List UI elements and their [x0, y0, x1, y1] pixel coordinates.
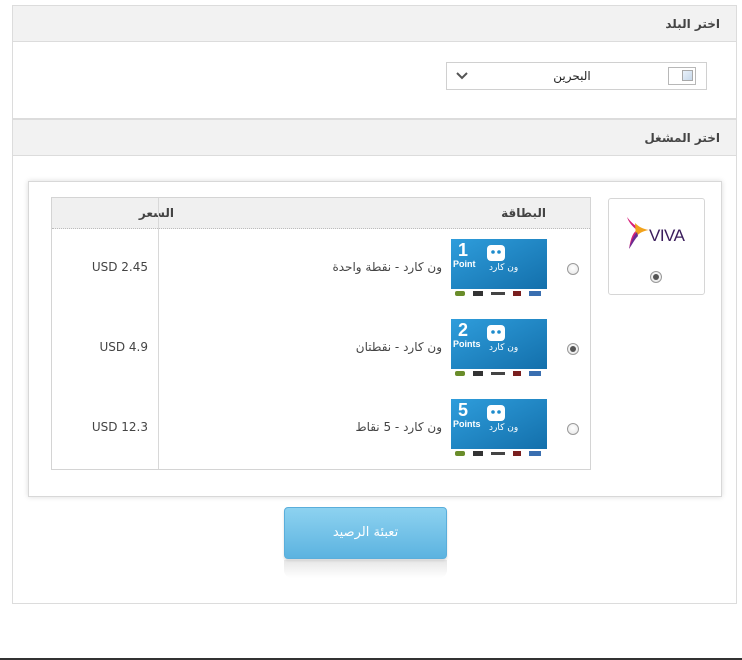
card-name: ون كارد - نقطتان [355, 340, 442, 354]
cards-table-header: البطاقة السعر [52, 198, 590, 229]
country-select-value: البحرين [553, 69, 591, 83]
card-radio[interactable] [567, 423, 579, 435]
table-row[interactable]: 2 Points ون كارد ون كارد - نقطتان USD 4.9 [52, 309, 590, 389]
card-points-number: 2 [458, 320, 469, 340]
card-points-unit: Point [453, 259, 476, 269]
card-radio[interactable] [567, 263, 579, 275]
recharge-button[interactable]: تعبئة الرصيد [284, 507, 447, 559]
card-points-number: 5 [458, 400, 469, 420]
card-name: ون كارد - نقطة واحدة [332, 260, 442, 274]
card-name: ون كارد - 5 نقاط [355, 420, 442, 434]
chevron-down-icon[interactable] [447, 63, 477, 89]
operator-card-viva[interactable]: VIVA [608, 198, 705, 295]
button-reflection [284, 560, 447, 578]
card-image: 5 Points ون كارد [451, 399, 547, 459]
operator-panel-title: اختر المشغل [13, 120, 736, 156]
card-points-unit: Points [453, 419, 481, 429]
viva-logo: VIVA [623, 215, 693, 255]
country-flag-icon [668, 67, 696, 85]
card-points-number: 1 [458, 240, 469, 260]
cards-table: البطاقة السعر 1 Point ون كارد ون كارد - نقط… [51, 197, 591, 470]
card-brand-text: ون كارد [489, 263, 519, 273]
table-row[interactable]: 5 Points ون كارد ون كارد - 5 نقاط USD 12.3 [52, 389, 590, 469]
operator-box: VIVA البطاقة السعر 1 Point ون كارد ون كارد … [28, 181, 722, 497]
table-row[interactable]: 1 Point ون كارد ون كارد - نقطة واحدة USD 2.4… [52, 229, 590, 309]
viva-logo-text: VIVA [649, 226, 685, 245]
card-brand-text: ون كارد [489, 423, 519, 433]
card-brand-text: ون كارد [489, 343, 519, 353]
card-image: 2 Points ون كارد [451, 319, 547, 379]
card-price: USD 4.9 [99, 340, 148, 354]
operator-radio-viva[interactable] [650, 271, 662, 283]
card-price: USD 2.45 [91, 260, 148, 274]
header-price: السعر [138, 206, 174, 220]
header-card: البطاقة [501, 206, 546, 220]
card-price: USD 12.3 [91, 420, 148, 434]
country-panel-title: اختر البلد [13, 6, 736, 42]
card-radio[interactable] [567, 343, 579, 355]
country-select[interactable]: البحرين [446, 62, 707, 90]
card-image: 1 Point ون كارد [451, 239, 547, 299]
card-points-unit: Points [453, 339, 481, 349]
